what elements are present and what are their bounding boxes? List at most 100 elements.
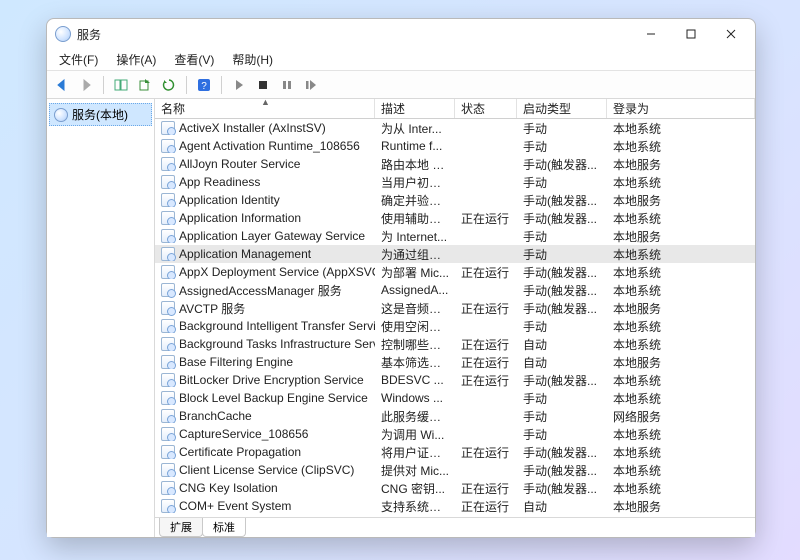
- service-row[interactable]: COM+ Event System支持系统事...正在运行自动本地服务: [155, 497, 755, 515]
- tab-standard[interactable]: 标准: [202, 518, 246, 537]
- service-row[interactable]: Application Layer Gateway Service为 Inter…: [155, 227, 755, 245]
- start-service-button[interactable]: [228, 74, 250, 96]
- tab-extended[interactable]: 扩展: [159, 518, 203, 537]
- menu-help[interactable]: 帮助(H): [224, 49, 281, 70]
- column-startup-type[interactable]: 启动类型: [517, 99, 607, 118]
- stop-service-button[interactable]: [252, 74, 274, 96]
- service-row[interactable]: COM+ System Application管理基于组...手动本地系统: [155, 515, 755, 517]
- service-row[interactable]: Client License Service (ClipSVC)提供对 Mic.…: [155, 461, 755, 479]
- service-row[interactable]: Agent Activation Runtime_108656 Runtime f…: [155, 137, 755, 155]
- service-row[interactable]: Base Filtering Engine基本筛选引...正在运行自动本地服务: [155, 353, 755, 371]
- service-name: AllJoyn Router Service: [179, 157, 300, 171]
- service-row[interactable]: CNG Key IsolationCNG 密钥...正在运行手动(触发器...本…: [155, 479, 755, 497]
- service-status: 正在运行: [455, 264, 517, 281]
- service-description: 为从 Inter...: [375, 120, 455, 137]
- service-row[interactable]: Application Information使用辅助管...正在运行手动(触发…: [155, 209, 755, 227]
- help-button[interactable]: ?: [193, 74, 215, 96]
- column-logon-as[interactable]: 登录为: [607, 99, 755, 118]
- service-row[interactable]: CaptureService_108656为调用 Wi...手动本地系统: [155, 425, 755, 443]
- service-row[interactable]: AVCTP 服务这是音频视...正在运行手动(触发器...本地服务: [155, 299, 755, 317]
- service-icon: [161, 391, 175, 405]
- service-logon-as: 本地系统: [607, 390, 755, 407]
- column-status[interactable]: 状态: [455, 99, 517, 118]
- service-name: Base Filtering Engine: [179, 355, 293, 369]
- service-row[interactable]: BranchCache此服务缓存...手动网络服务: [155, 407, 755, 425]
- service-startup-type: 手动: [517, 174, 607, 191]
- titlebar: 服务: [47, 19, 755, 49]
- service-status: 正在运行: [455, 336, 517, 353]
- service-logon-as: 网络服务: [607, 408, 755, 425]
- service-icon: [161, 139, 175, 153]
- forward-button[interactable]: [75, 74, 97, 96]
- service-description: Windows ...: [375, 391, 455, 405]
- content-area: 服务(本地) ▲ 名称 描述 状态 启动类型 登录为 ActiveX Insta…: [47, 99, 755, 537]
- service-description: Runtime f...: [375, 139, 455, 153]
- service-startup-type: 手动(触发器...: [517, 444, 607, 461]
- service-row[interactable]: Certificate Propagation将用户证书...正在运行手动(触发…: [155, 443, 755, 461]
- export-list-button[interactable]: [134, 74, 156, 96]
- service-name: BitLocker Drive Encryption Service: [179, 373, 364, 387]
- service-logon-as: 本地系统: [607, 264, 755, 281]
- service-startup-type: 手动(触发器...: [517, 192, 607, 209]
- restart-service-button[interactable]: [300, 74, 322, 96]
- service-row[interactable]: BitLocker Drive Encryption Service BDESVC…: [155, 371, 755, 389]
- service-icon: [161, 175, 175, 189]
- service-row[interactable]: Application Management为通过组策...手动本地系统: [155, 245, 755, 263]
- service-icon: [161, 319, 175, 333]
- refresh-button[interactable]: [158, 74, 180, 96]
- service-startup-type: 手动: [517, 246, 607, 263]
- service-logon-as: 本地服务: [607, 354, 755, 371]
- service-name: CNG Key Isolation: [179, 481, 278, 495]
- service-name: Agent Activation Runtime_108656: [179, 139, 360, 153]
- service-icon: [161, 121, 175, 135]
- service-startup-type: 手动(触发器...: [517, 372, 607, 389]
- menu-file[interactable]: 文件(F): [51, 49, 106, 70]
- column-description[interactable]: 描述: [375, 99, 455, 118]
- back-button[interactable]: [51, 74, 73, 96]
- pause-service-button[interactable]: [276, 74, 298, 96]
- service-icon: [161, 337, 175, 351]
- service-name: COM+ Event System: [179, 499, 291, 513]
- service-status: 正在运行: [455, 210, 517, 227]
- service-row[interactable]: AssignedAccessManager 服务AssignedA...手动(触…: [155, 281, 755, 299]
- service-logon-as: 本地系统: [607, 318, 755, 335]
- service-description: 为通过组策...: [375, 246, 455, 263]
- service-row[interactable]: Block Level Backup Engine ServiceWindows…: [155, 389, 755, 407]
- service-name: BranchCache: [179, 409, 252, 423]
- services-window: 服务 文件(F) 操作(A) 查看(V) 帮助(H): [46, 18, 756, 538]
- menu-view[interactable]: 查看(V): [166, 49, 222, 70]
- service-logon-as: 本地系统: [607, 120, 755, 137]
- service-row[interactable]: App Readiness当用户初次...手动本地系统: [155, 173, 755, 191]
- tree-root-services-local[interactable]: 服务(本地): [49, 103, 152, 126]
- service-name: Application Management: [179, 247, 311, 261]
- service-logon-as: 本地系统: [607, 516, 755, 518]
- service-description: CNG 密钥...: [375, 480, 455, 497]
- service-startup-type: 手动: [517, 120, 607, 137]
- menu-action[interactable]: 操作(A): [108, 49, 164, 70]
- service-name: AVCTP 服务: [179, 300, 245, 317]
- close-button[interactable]: [711, 20, 751, 48]
- service-row[interactable]: AllJoyn Router Service路由本地 A...手动(触发器...…: [155, 155, 755, 173]
- service-startup-type: 手动: [517, 138, 607, 155]
- maximize-button[interactable]: [671, 20, 711, 48]
- service-description: 路由本地 A...: [375, 156, 455, 173]
- service-logon-as: 本地系统: [607, 282, 755, 299]
- service-icon: [161, 409, 175, 423]
- view-tabs: 扩展 标准: [155, 517, 755, 537]
- service-name: Application Information: [179, 211, 301, 225]
- service-row[interactable]: Background Tasks Infrastructure Service控…: [155, 335, 755, 353]
- service-startup-type: 手动: [517, 318, 607, 335]
- service-description: BDESVC ...: [375, 373, 455, 387]
- service-row[interactable]: Background Intelligent Transfer Service使…: [155, 317, 755, 335]
- service-name: Certificate Propagation: [179, 445, 301, 459]
- minimize-button[interactable]: [631, 20, 671, 48]
- service-icon: [161, 463, 175, 477]
- service-row[interactable]: Application Identity确定并验证...手动(触发器...本地服…: [155, 191, 755, 209]
- services-list[interactable]: ActiveX Installer (AxInstSV)为从 Inter...手…: [155, 119, 755, 517]
- service-row[interactable]: ActiveX Installer (AxInstSV)为从 Inter...手…: [155, 119, 755, 137]
- service-logon-as: 本地服务: [607, 300, 755, 317]
- service-row[interactable]: AppX Deployment Service (AppXSVC)为部署 Mic…: [155, 263, 755, 281]
- column-headers: 名称 描述 状态 启动类型 登录为: [155, 99, 755, 119]
- service-logon-as: 本地服务: [607, 156, 755, 173]
- show-hide-tree-button[interactable]: [110, 74, 132, 96]
